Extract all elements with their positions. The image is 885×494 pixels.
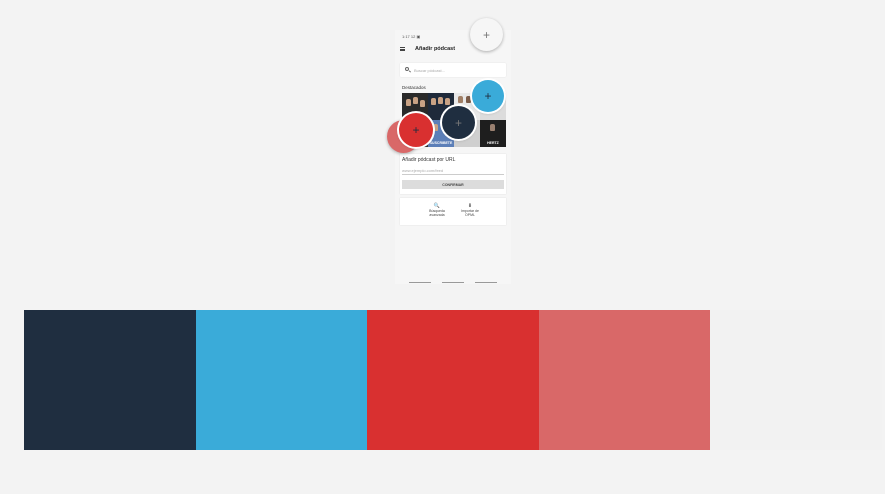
phone-screen: 1:17 12 ▣ Añadir pódcast Destacados SUSC… (395, 30, 511, 284)
plus-icon: + (412, 123, 420, 137)
color-palette (24, 310, 885, 450)
add-by-url-title: Añadir pódcast por URL (402, 157, 456, 163)
color-swatch (538, 310, 710, 450)
advanced-search-label-2: avanzada (429, 213, 445, 217)
system-nav-bar (395, 280, 511, 284)
confirm-button[interactable]: CONFIRMAR (402, 180, 504, 189)
import-opml-button[interactable]: ⬇ Importar de OPML (455, 203, 485, 217)
color-swatch (195, 310, 367, 450)
color-swatch (24, 310, 196, 450)
page-title: Añadir pódcast (415, 46, 456, 52)
podcast-tile-title: SUSCRIBETE (429, 141, 453, 145)
podcast-tile-title: HERTZ (487, 141, 499, 145)
plus-icon: + (454, 115, 462, 130)
color-swatch (710, 310, 882, 450)
featured-heading: Destacados (402, 85, 426, 90)
add-fab-navy[interactable]: + (442, 106, 475, 139)
podcast-tile[interactable]: HERTZ (480, 120, 506, 147)
hamburger-menu-icon[interactable] (400, 47, 405, 51)
nav-back-icon[interactable] (475, 282, 497, 283)
nav-recents-icon[interactable] (409, 282, 431, 283)
add-by-url-card: Añadir pódcast por URL CONFIRMAR (400, 154, 506, 194)
add-fab-blue[interactable]: + (472, 80, 504, 112)
plus-icon: + (482, 27, 490, 42)
plus-icon: + (484, 89, 492, 103)
import-opml-label-2: OPML (465, 213, 475, 217)
nav-home-icon[interactable] (442, 282, 464, 283)
tools-card: 🔍 Búsqueda avanzada ⬇ Importar de OPML (400, 198, 506, 225)
search-icon (405, 67, 409, 71)
feed-url-input[interactable] (402, 167, 504, 175)
advanced-search-button[interactable]: 🔍 Búsqueda avanzada (422, 203, 452, 217)
search-bar[interactable] (400, 63, 506, 77)
add-fab-light[interactable]: + (470, 18, 503, 51)
add-fab-red[interactable]: + (399, 113, 433, 147)
color-swatch (367, 310, 539, 450)
search-input[interactable] (414, 66, 502, 74)
